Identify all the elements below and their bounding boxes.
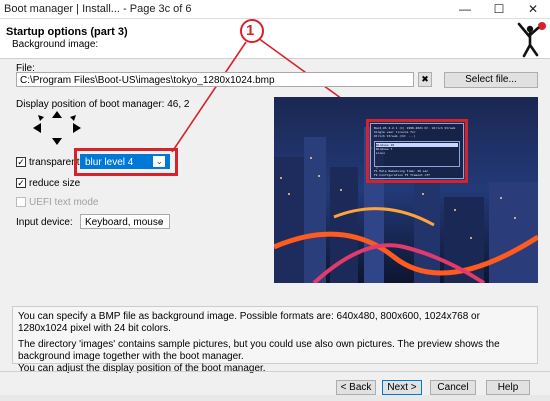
uefi-text-mode-label: UEFI text mode bbox=[29, 197, 99, 208]
info-text: The directory 'images' contains sample p… bbox=[18, 339, 500, 362]
boot-menu-item: Linux bbox=[376, 151, 386, 155]
wizard-header: Startup options (part 3) Background imag… bbox=[0, 19, 550, 59]
transparent-label: transparent bbox=[29, 157, 80, 168]
background-preview: Boot-US 4.2.1 (C) 1998-2021 Dr. Ulrich S… bbox=[274, 97, 538, 283]
next-button[interactable]: Next > bbox=[382, 380, 422, 395]
info-text: You can specify a BMP file as background… bbox=[18, 311, 480, 334]
maximize-button[interactable]: ☐ bbox=[482, 0, 516, 19]
status-bar bbox=[0, 395, 550, 401]
close-button[interactable]: ✕ bbox=[516, 0, 550, 19]
move-arrows-icon[interactable] bbox=[30, 110, 84, 146]
boot-manager-preview: Boot-US 4.2.1 (C) 1998-2021 Dr. Ulrich S… bbox=[370, 123, 464, 179]
app-logo-icon bbox=[517, 22, 546, 58]
boot-header-line: Ulrich Straub (Id: ...) bbox=[374, 134, 416, 138]
info-panel: You can specify a BMP file as background… bbox=[12, 306, 538, 374]
input-device-select[interactable]: Keyboard, mouse ⌄ bbox=[80, 214, 170, 229]
back-button[interactable]: < Back bbox=[336, 380, 376, 395]
uefi-text-mode-checkbox[interactable] bbox=[16, 197, 26, 207]
transparent-checkbox[interactable]: ✓ bbox=[16, 157, 26, 167]
input-device-value: Keyboard, mouse bbox=[85, 217, 164, 228]
blur-level-select[interactable]: blur level 4 ⌄ bbox=[80, 154, 170, 169]
page-subtitle: Background image: bbox=[12, 39, 99, 50]
reduce-size-checkbox[interactable]: ✓ bbox=[16, 178, 26, 188]
file-path-field[interactable]: C:\Program Files\Boot-US\images\tokyo_12… bbox=[16, 72, 414, 87]
window-title: Boot manager | Install... - Page 3c of 6 bbox=[4, 3, 192, 15]
help-button[interactable]: Help bbox=[486, 380, 530, 395]
annotation-marker: 1 bbox=[246, 22, 255, 39]
cancel-button[interactable]: Cancel bbox=[430, 380, 476, 395]
info-text: You can adjust the display position of t… bbox=[18, 363, 266, 374]
input-device-label: Input device: bbox=[16, 217, 73, 228]
clear-file-button[interactable]: ✖ bbox=[418, 72, 432, 87]
reduce-size-label: reduce size bbox=[29, 178, 81, 189]
blur-level-value: blur level 4 bbox=[85, 157, 134, 168]
minimize-button[interactable]: — bbox=[448, 0, 482, 19]
page-title: Startup options (part 3) bbox=[6, 26, 128, 38]
boot-footer-line: F2 Configuration F3 Timeout off bbox=[374, 173, 430, 177]
select-file-button[interactable]: Select file... bbox=[444, 72, 538, 88]
position-label: Display position of boot manager: 46, 2 bbox=[16, 99, 190, 110]
chevron-down-icon: ⌄ bbox=[157, 216, 165, 226]
chevron-down-icon: ⌄ bbox=[153, 156, 165, 167]
title-bar: Boot manager | Install... - Page 3c of 6… bbox=[0, 0, 550, 19]
footer-divider bbox=[0, 371, 550, 372]
